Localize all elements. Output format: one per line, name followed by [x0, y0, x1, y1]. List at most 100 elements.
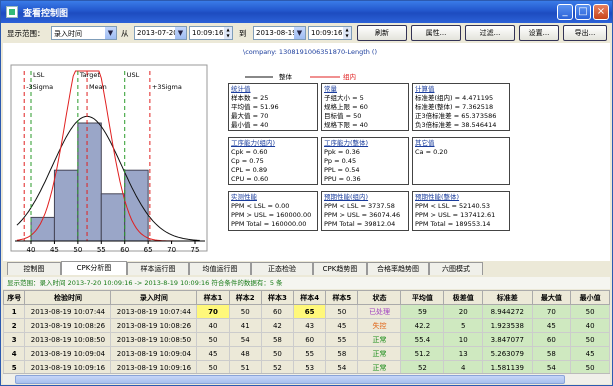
- table-cell[interactable]: 50: [570, 304, 610, 319]
- horizontal-scrollbar[interactable]: [3, 373, 610, 384]
- table-cell[interactable]: 50: [260, 346, 295, 361]
- attributes-button[interactable]: 属性...: [411, 25, 461, 41]
- tab-mean-run[interactable]: 均值运行图: [189, 262, 251, 275]
- tab-sample-run[interactable]: 样本运行图: [127, 262, 189, 275]
- table-cell[interactable]: 2013-08-19 10:09:04: [110, 346, 198, 361]
- col-header[interactable]: 状态: [357, 290, 402, 305]
- calendar-dropdown-icon[interactable]: ▼: [175, 27, 186, 39]
- table-cell[interactable]: 20: [443, 304, 484, 319]
- export-button[interactable]: 导出...: [563, 25, 607, 41]
- table-cell[interactable]: 65: [293, 304, 327, 319]
- table-row[interactable]: 1 2013-08-19 10:07:44 2013-08-19 10:07:44 7…: [2, 304, 610, 319]
- table-cell[interactable]: 2013-08-19 10:09:04: [24, 346, 112, 361]
- table-row[interactable]: 3 2013-08-19 10:08:50 2013-08-19 10:08:50 5…: [2, 332, 610, 347]
- row-number-cell[interactable]: 1: [2, 304, 26, 319]
- table-cell[interactable]: 58: [325, 346, 359, 361]
- table-cell[interactable]: 8.944272: [482, 304, 533, 319]
- settings-button[interactable]: 设置...: [519, 25, 559, 41]
- range-select[interactable]: 录入时间 ▼: [51, 26, 117, 40]
- col-header[interactable]: 样本1: [196, 290, 230, 305]
- table-cell[interactable]: 55: [325, 332, 359, 347]
- row-number-cell[interactable]: 4: [2, 346, 26, 361]
- spinner-icon[interactable]: ▲ ▼: [343, 27, 351, 39]
- table-cell[interactable]: 2013-08-19 10:08:50: [110, 332, 198, 347]
- from-date-picker[interactable]: 2013-07-20 ▼: [134, 26, 187, 40]
- col-header[interactable]: 样本5: [325, 290, 359, 305]
- status-cell[interactable]: 正常: [357, 332, 402, 347]
- minimize-button[interactable]: _: [557, 4, 573, 20]
- table-row[interactable]: 2 2013-08-19 10:08:26 2013-08-19 10:08:26 4…: [2, 318, 610, 333]
- table-cell[interactable]: 50: [325, 304, 359, 319]
- table-cell[interactable]: 58: [260, 332, 295, 347]
- col-header[interactable]: 平均值: [400, 290, 445, 305]
- table-cell[interactable]: 60: [531, 332, 572, 347]
- table-cell[interactable]: 60: [293, 332, 327, 347]
- col-header[interactable]: 极差值: [443, 290, 484, 305]
- table-cell[interactable]: 5: [443, 318, 484, 333]
- status-cell[interactable]: 已处理: [357, 304, 402, 319]
- table-cell[interactable]: 45: [570, 346, 610, 361]
- table-cell[interactable]: 2013-08-19 10:07:44: [110, 304, 198, 319]
- table-cell[interactable]: 45: [531, 318, 572, 333]
- table-cell[interactable]: 42.2: [400, 318, 445, 333]
- table-cell[interactable]: 59: [400, 304, 445, 319]
- tab-control-chart[interactable]: 控制图: [7, 262, 61, 275]
- col-header[interactable]: 最小值: [570, 290, 610, 305]
- chevron-down-icon[interactable]: ▼: [105, 27, 116, 39]
- col-header[interactable]: 最大值: [531, 290, 572, 305]
- close-button[interactable]: ×: [593, 4, 609, 20]
- tab-cpk-trend[interactable]: CPK趋势图: [313, 262, 367, 275]
- table-cell[interactable]: 10: [443, 332, 484, 347]
- row-number-cell[interactable]: 3: [2, 332, 26, 347]
- table-row[interactable]: 4 2013-08-19 10:09:04 2013-08-19 10:09:04 4…: [2, 346, 610, 361]
- from-time-field[interactable]: 10:09:16 ▲ ▼: [189, 26, 233, 40]
- to-date-picker[interactable]: 2013-08-19 ▼: [253, 26, 306, 40]
- table-cell[interactable]: 51.2: [400, 346, 445, 361]
- table-cell[interactable]: 54: [228, 332, 262, 347]
- col-header[interactable]: 录入时间: [110, 290, 198, 305]
- table-cell[interactable]: 42: [260, 318, 295, 333]
- table-cell[interactable]: 55: [293, 346, 327, 361]
- calendar-dropdown-icon[interactable]: ▼: [294, 27, 305, 39]
- table-cell[interactable]: 45: [196, 346, 230, 361]
- status-cell[interactable]: 正常: [357, 346, 402, 361]
- table-cell[interactable]: 70: [531, 304, 572, 319]
- table-cell[interactable]: 2013-08-19 10:08:26: [24, 318, 112, 333]
- table-cell[interactable]: 70: [196, 304, 230, 319]
- table-cell[interactable]: 60: [260, 304, 295, 319]
- table-cell[interactable]: 40: [196, 318, 230, 333]
- to-time-field[interactable]: 10:09:16 ▲ ▼: [308, 26, 352, 40]
- table-cell[interactable]: 3.847077: [482, 332, 533, 347]
- status-cell[interactable]: 失控: [357, 318, 402, 333]
- table-cell[interactable]: 48: [228, 346, 262, 361]
- table-cell[interactable]: 55.4: [400, 332, 445, 347]
- table-cell[interactable]: 50: [228, 304, 262, 319]
- title-bar[interactable]: 查看控制图 _ □ ×: [1, 1, 612, 23]
- col-header[interactable]: 样本2: [228, 290, 262, 305]
- maximize-button[interactable]: □: [575, 4, 591, 20]
- table-cell[interactable]: 50: [570, 332, 610, 347]
- tab-normality-test[interactable]: 正态检验: [251, 262, 313, 275]
- table-cell[interactable]: 40: [570, 318, 610, 333]
- table-cell[interactable]: 1.923538: [482, 318, 533, 333]
- table-cell[interactable]: 2013-08-19 10:08:50: [24, 332, 112, 347]
- spinner-icon[interactable]: ▲ ▼: [224, 27, 232, 39]
- table-cell[interactable]: 43: [293, 318, 327, 333]
- filter-button[interactable]: 过滤...: [465, 25, 515, 41]
- table-cell[interactable]: 2013-08-19 10:08:26: [110, 318, 198, 333]
- tab-six-chart-mode[interactable]: 六图模式: [429, 262, 483, 275]
- col-header[interactable]: 序号: [2, 290, 26, 305]
- table-cell[interactable]: 2013-08-19 10:07:44: [24, 304, 112, 319]
- table-cell[interactable]: 5.263079: [482, 346, 533, 361]
- col-header[interactable]: 检验时间: [24, 290, 112, 305]
- table-cell[interactable]: 41: [228, 318, 262, 333]
- scrollbar-thumb[interactable]: [15, 375, 565, 384]
- row-number-cell[interactable]: 2: [2, 318, 26, 333]
- tab-cpk-analysis[interactable]: CPK分析图: [61, 261, 127, 275]
- col-header[interactable]: 标准差: [482, 290, 533, 305]
- table-cell[interactable]: 50: [196, 332, 230, 347]
- col-header[interactable]: 样本3: [260, 290, 295, 305]
- table-cell[interactable]: 45: [325, 318, 359, 333]
- table-cell[interactable]: 58: [531, 346, 572, 361]
- refresh-button[interactable]: 刷新: [357, 25, 407, 41]
